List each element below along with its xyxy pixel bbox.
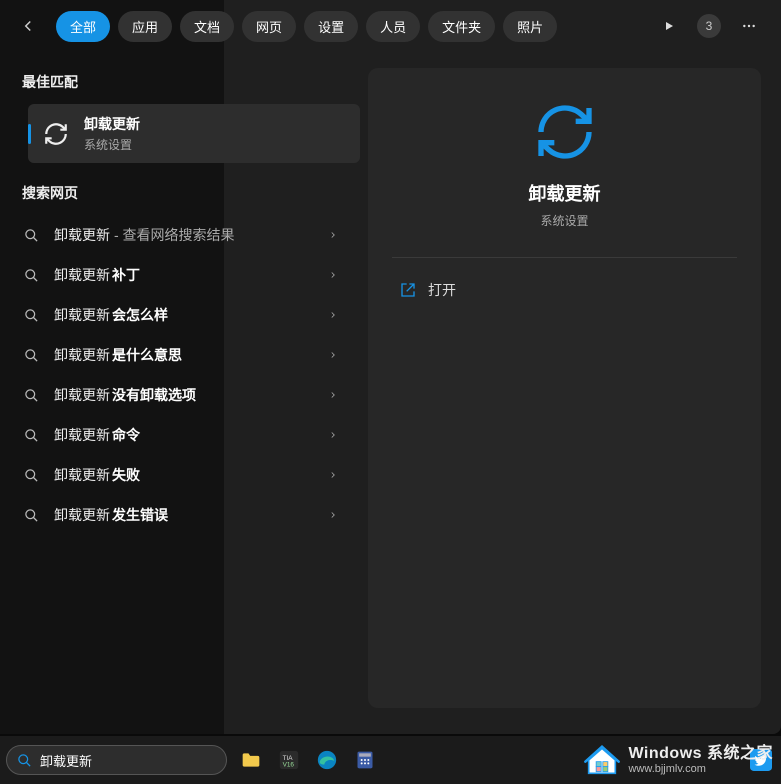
taskbar-icons: TIAV16 — [237, 746, 379, 774]
detail-icon — [533, 100, 597, 164]
open-action-label: 打开 — [428, 280, 456, 300]
chevron-right-icon — [328, 470, 338, 480]
chevron-right-icon — [328, 310, 338, 320]
play-button[interactable] — [653, 10, 685, 42]
update-icon — [42, 120, 70, 148]
web-item[interactable]: 卸载更新没有卸载选项 — [0, 375, 360, 415]
results-column: 最佳匹配 卸载更新 系统设置 搜索网页 卸载更新 - 查看网络搜索结果 — [0, 52, 360, 734]
search-icon — [22, 346, 40, 364]
svg-text:V16: V16 — [283, 761, 295, 768]
web-list: 卸载更新 - 查看网络搜索结果 卸载更新补丁 卸载更新会怎么样 卸载更新是什么意… — [0, 215, 360, 535]
web-item[interactable]: 卸载更新命令 — [0, 415, 360, 455]
tab-folders[interactable]: 文件夹 — [428, 11, 495, 42]
search-icon — [22, 506, 40, 524]
divider — [392, 257, 737, 258]
twitter-icon[interactable] — [747, 746, 775, 774]
tab-web[interactable]: 网页 — [242, 11, 296, 42]
rotate-icon — [43, 121, 69, 147]
tia-icon[interactable]: TIAV16 — [275, 746, 303, 774]
right-controls: 3 — [653, 10, 771, 42]
twitter-app-icon — [750, 749, 772, 771]
web-item[interactable]: 卸载更新发生错误 — [0, 495, 360, 535]
search-icon — [22, 306, 40, 324]
taskbar: TIAV16 — [0, 736, 781, 784]
search-input[interactable] — [40, 753, 216, 768]
best-match-title: 卸载更新 — [84, 114, 140, 134]
tab-bar: 全部 应用 文档 网页 设置 人员 文件夹 照片 3 — [0, 0, 781, 52]
chevron-right-icon — [328, 390, 338, 400]
tia-app-icon: TIAV16 — [278, 749, 300, 771]
edge-icon[interactable] — [313, 746, 341, 774]
search-panel: 全部 应用 文档 网页 设置 人员 文件夹 照片 3 最佳匹配 — [0, 0, 781, 734]
arrow-left-icon — [19, 17, 37, 35]
search-icon — [22, 426, 40, 444]
best-match-text: 卸载更新 系统设置 — [84, 114, 140, 153]
chevron-right-icon — [328, 430, 338, 440]
chevron-right-icon — [328, 270, 338, 280]
tab-documents[interactable]: 文档 — [180, 11, 234, 42]
chevron-right-icon — [328, 510, 338, 520]
detail-subtitle: 系统设置 — [540, 212, 588, 229]
search-icon — [22, 266, 40, 284]
tab-people[interactable]: 人员 — [366, 11, 420, 42]
web-item[interactable]: 卸载更新补丁 — [0, 255, 360, 295]
calculator-icon[interactable] — [351, 746, 379, 774]
best-match-subtitle: 系统设置 — [84, 136, 140, 153]
web-item[interactable]: 卸载更新失败 — [0, 455, 360, 495]
back-button[interactable] — [10, 8, 46, 44]
web-item-text: 卸载更新 - 查看网络搜索结果 — [54, 225, 235, 245]
more-icon — [741, 18, 757, 34]
tab-photos[interactable]: 照片 — [503, 11, 557, 42]
search-icon — [22, 466, 40, 484]
web-item[interactable]: 卸载更新是什么意思 — [0, 335, 360, 375]
detail-card: 卸载更新 系统设置 打开 — [368, 68, 761, 708]
tab-all[interactable]: 全部 — [56, 11, 110, 42]
best-match-header: 最佳匹配 — [0, 60, 360, 104]
file-explorer-icon[interactable] — [237, 746, 265, 774]
chevron-right-icon — [328, 350, 338, 360]
more-button[interactable] — [733, 10, 765, 42]
count-badge[interactable]: 3 — [697, 14, 721, 38]
web-item[interactable]: 卸载更新会怎么样 — [0, 295, 360, 335]
search-icon — [22, 386, 40, 404]
rotate-icon — [533, 100, 597, 164]
detail-pane: 卸载更新 系统设置 打开 — [360, 52, 781, 734]
search-icon — [17, 753, 32, 768]
tabs: 全部 应用 文档 网页 设置 人员 文件夹 照片 — [56, 11, 557, 42]
detail-title: 卸载更新 — [529, 180, 601, 206]
open-action[interactable]: 打开 — [392, 276, 464, 304]
play-icon — [663, 20, 675, 32]
web-item[interactable]: 卸载更新 - 查看网络搜索结果 — [0, 215, 360, 255]
folder-icon — [241, 750, 261, 770]
taskbar-search[interactable] — [6, 745, 227, 775]
best-match-item[interactable]: 卸载更新 系统设置 — [28, 104, 360, 163]
tab-settings[interactable]: 设置 — [304, 11, 358, 42]
calculator-app-icon — [355, 750, 375, 770]
search-icon — [22, 226, 40, 244]
edge-browser-icon — [316, 749, 338, 771]
content: 最佳匹配 卸载更新 系统设置 搜索网页 卸载更新 - 查看网络搜索结果 — [0, 52, 781, 734]
open-external-icon — [400, 282, 416, 298]
web-section-header: 搜索网页 — [0, 171, 360, 215]
tab-apps[interactable]: 应用 — [118, 11, 172, 42]
chevron-right-icon — [328, 230, 338, 240]
